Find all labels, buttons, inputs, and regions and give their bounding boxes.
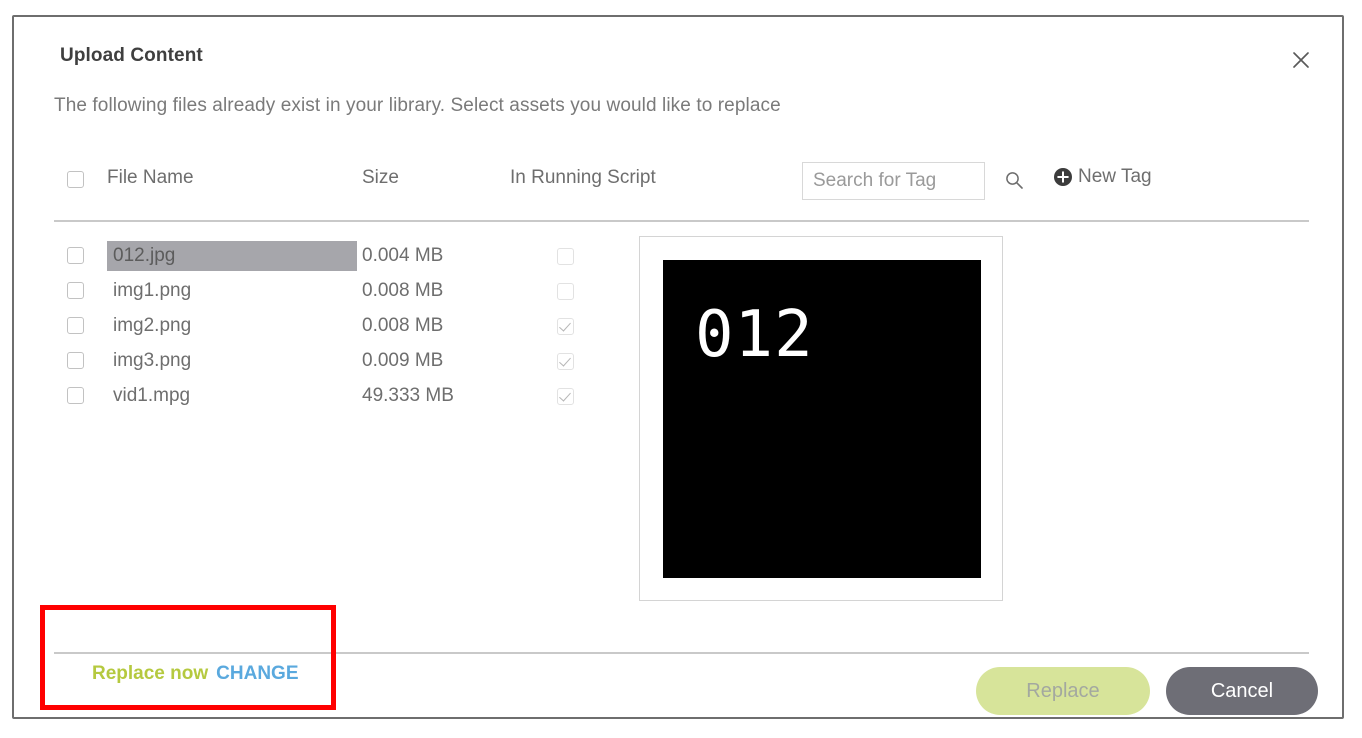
file-size-cell: 0.008 MB: [362, 315, 444, 336]
file-name-cell[interactable]: vid1.mpg: [107, 381, 196, 411]
replace-now-row: Replace now CHANGE: [92, 663, 299, 685]
table-row[interactable]: img3.png 0.009 MB: [54, 344, 599, 379]
select-all-checkbox[interactable]: [67, 171, 84, 188]
replace-button[interactable]: Replace: [976, 667, 1150, 715]
table-row[interactable]: img2.png 0.008 MB: [54, 309, 599, 344]
page-title: Upload Content: [60, 45, 203, 66]
screenshot-root: Upload Content The following files alrea…: [0, 0, 1362, 738]
file-name-cell[interactable]: img1.png: [107, 276, 197, 306]
footer-divider: [54, 652, 1309, 654]
table-row[interactable]: 012.jpg 0.004 MB: [54, 239, 599, 274]
add-new-tag-button[interactable]: New Tag: [1054, 166, 1152, 188]
in-running-script-checkbox: [557, 283, 574, 300]
close-icon[interactable]: [1284, 43, 1318, 77]
file-size-cell: 0.008 MB: [362, 280, 444, 301]
file-size-cell: 0.009 MB: [362, 350, 444, 371]
in-running-script-checkbox: [557, 388, 574, 405]
new-tag-label: New Tag: [1078, 166, 1152, 187]
change-link[interactable]: CHANGE: [216, 663, 298, 684]
dialog-subtitle: The following files already exist in you…: [54, 95, 781, 116]
header-divider: [54, 220, 1309, 222]
column-header-size[interactable]: Size: [362, 167, 399, 189]
file-name-cell[interactable]: img3.png: [107, 346, 197, 376]
row-select-checkbox[interactable]: [67, 282, 84, 299]
file-name-cell[interactable]: img2.png: [107, 311, 197, 341]
replace-now-label: Replace now: [92, 663, 209, 684]
tag-search-field[interactable]: [802, 162, 985, 200]
row-select-checkbox[interactable]: [67, 317, 84, 334]
row-select-checkbox[interactable]: [67, 387, 84, 404]
file-name-cell[interactable]: 012.jpg: [107, 241, 357, 271]
search-input[interactable]: [803, 163, 984, 199]
file-list: 012.jpg 0.004 MB img1.png 0.008 MB img2.png 0…: [54, 239, 599, 414]
table-row[interactable]: vid1.mpg 49.333 MB: [54, 379, 599, 414]
column-header-file-name[interactable]: File Name: [107, 167, 194, 189]
table-header-row: File Name Size In Running Script Search …: [54, 157, 1306, 207]
in-running-script-checkbox: [557, 318, 574, 335]
file-size-cell: 49.333 MB: [362, 385, 454, 406]
in-running-script-checkbox: [557, 248, 574, 265]
upload-content-dialog: Upload Content The following files alrea…: [12, 15, 1344, 719]
in-running-script-checkbox: [557, 353, 574, 370]
search-icon[interactable]: [1004, 170, 1024, 190]
cancel-button[interactable]: Cancel: [1166, 667, 1318, 715]
row-select-checkbox[interactable]: [67, 247, 84, 264]
column-header-in-running-script[interactable]: In Running Script: [510, 167, 656, 189]
plus-circle-icon: [1054, 168, 1072, 186]
table-row[interactable]: img1.png 0.008 MB: [54, 274, 599, 309]
row-select-checkbox[interactable]: [67, 352, 84, 369]
file-size-cell: 0.004 MB: [362, 245, 444, 266]
asset-preview-panel: 012: [639, 236, 1003, 601]
preview-image-caption: 012: [695, 298, 814, 372]
preview-image: 012: [663, 260, 981, 578]
